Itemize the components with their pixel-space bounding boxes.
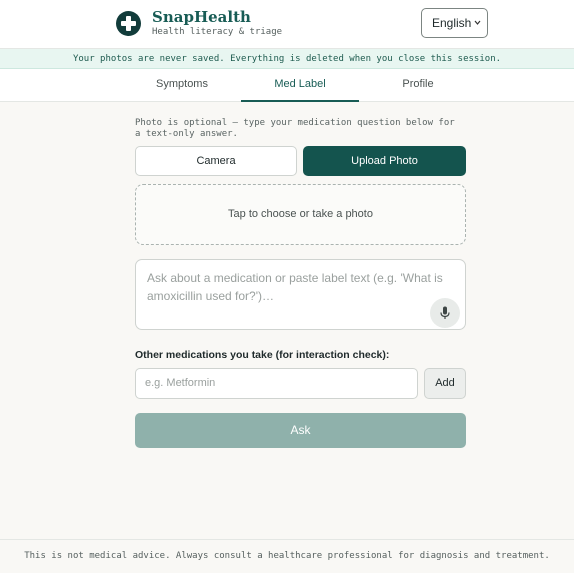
brand-tagline: Health literacy & triage	[152, 27, 283, 37]
language-select-value: English	[432, 16, 472, 30]
photo-optional-hint: Photo is optional — type your medication…	[135, 118, 455, 139]
medical-cross-icon	[116, 11, 141, 36]
other-medications-input[interactable]: e.g. Metformin	[135, 368, 418, 399]
add-medication-button[interactable]: Add	[424, 368, 466, 399]
language-select[interactable]: English	[421, 8, 488, 38]
privacy-banner: Your photos are never saved. Everything …	[0, 49, 574, 69]
photo-dropzone[interactable]: Tap to choose or take a photo	[135, 184, 466, 245]
tab-symptoms[interactable]: Symptoms	[123, 69, 241, 102]
microphone-button[interactable]	[430, 298, 460, 328]
tab-med-label[interactable]: Med Label	[241, 69, 359, 102]
chevron-down-icon	[474, 9, 481, 48]
microphone-icon	[440, 306, 450, 319]
tab-bar: Symptoms Med Label Profile	[0, 69, 574, 102]
camera-button[interactable]: Camera	[135, 146, 297, 176]
medication-question-input[interactable]: Ask about a medication or paste label te…	[135, 259, 466, 330]
tab-profile[interactable]: Profile	[359, 69, 477, 102]
other-medications-label: Other medications you take (for interact…	[135, 349, 390, 361]
brand-name: SnapHealth	[152, 8, 251, 26]
ask-button[interactable]: Ask	[135, 413, 466, 448]
upload-photo-button[interactable]: Upload Photo	[303, 146, 466, 176]
app-header: SnapHealth Health literacy & triage Engl…	[0, 0, 574, 49]
medical-disclaimer: This is not medical advice. Always consu…	[0, 539, 574, 573]
